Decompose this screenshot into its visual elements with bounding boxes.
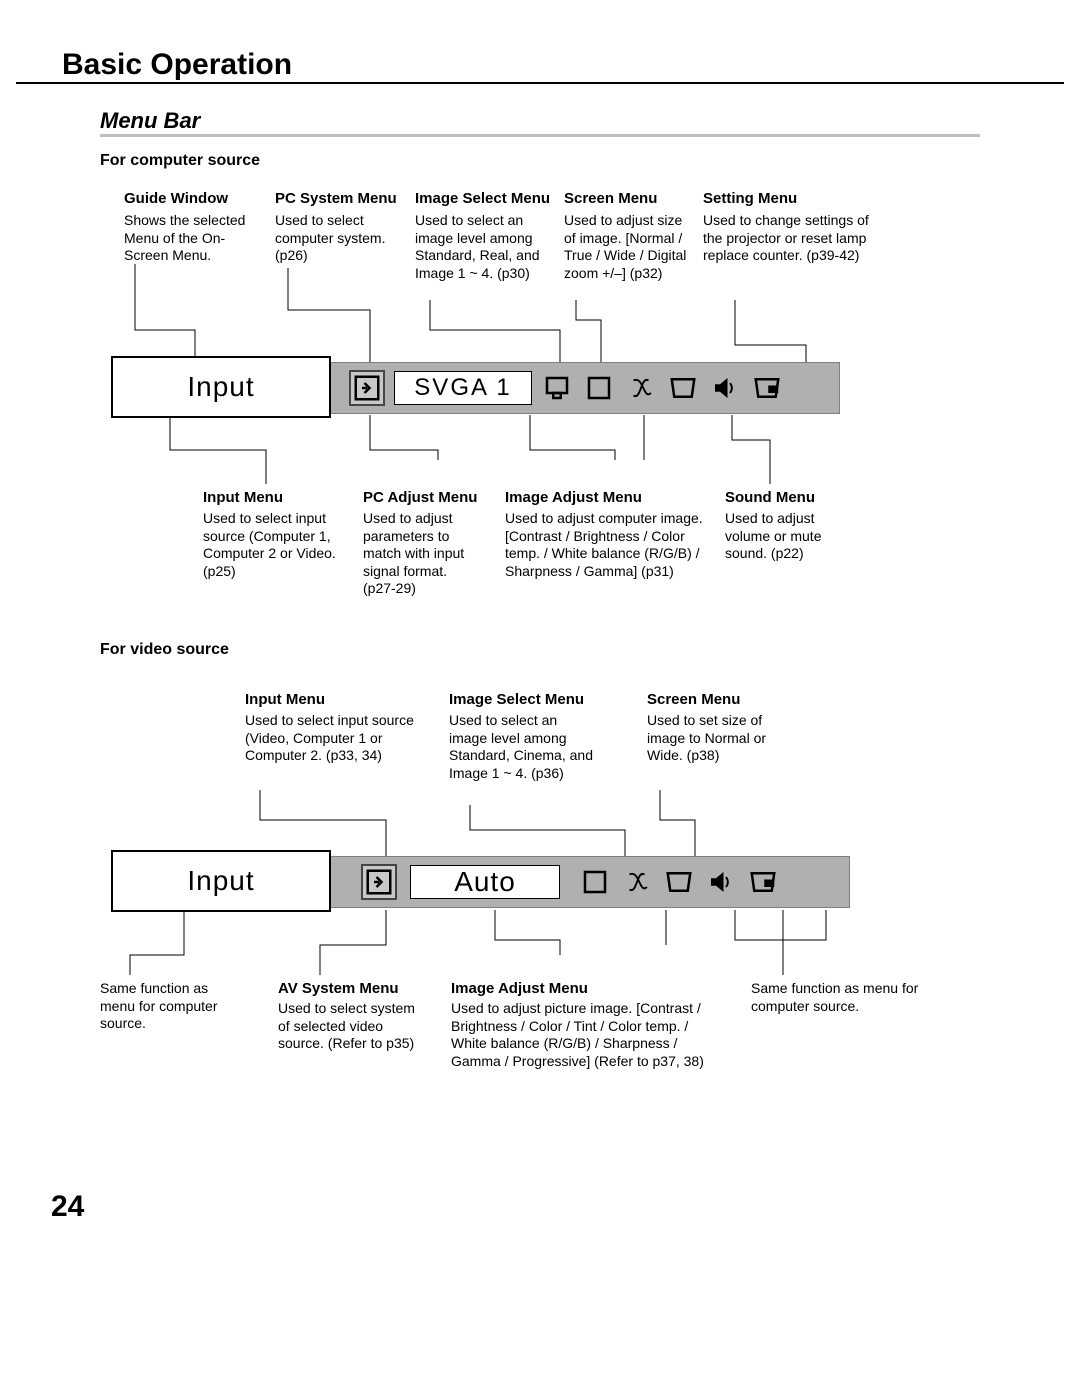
menubar-v-input-box[interactable]: Input xyxy=(111,850,331,912)
callout-v-image-select-title: Image Select Menu xyxy=(449,691,584,708)
menubar-input-box[interactable]: Input xyxy=(111,356,331,418)
callout-v-image-adjust-title: Image Adjust Menu xyxy=(451,980,588,997)
callout-v-screen-menu-desc: Used to set size of image to Normal or W… xyxy=(647,712,777,765)
v-image-select-icon[interactable] xyxy=(577,864,613,900)
callout-pc-system-title: PC System Menu xyxy=(275,190,397,207)
callout-guide-window-title: Guide Window xyxy=(124,190,228,207)
callout-v-left-note: Same function as menu for computer sourc… xyxy=(100,980,240,1033)
page-number: 24 xyxy=(51,1190,84,1224)
callout-guide-window-desc: Shows the selected Menu of the On-Screen… xyxy=(124,212,259,265)
callout-v-screen-menu-title: Screen Menu xyxy=(647,691,740,708)
menubar-video: Input Auto xyxy=(115,856,850,908)
section-title: Menu Bar xyxy=(100,108,200,134)
callout-setting-menu-title: Setting Menu xyxy=(703,190,797,207)
callout-v-input-menu-title: Input Menu xyxy=(245,691,325,708)
v-input-menu-icon[interactable] xyxy=(361,864,397,900)
callout-setting-menu-desc: Used to change settings of the projector… xyxy=(703,212,878,265)
callout-image-adjust-title: Image Adjust Menu xyxy=(505,489,642,506)
callout-input-menu-desc: Used to select input source (Computer 1,… xyxy=(203,510,353,580)
image-select-icon[interactable] xyxy=(581,370,617,406)
callout-input-menu-title: Input Menu xyxy=(203,489,283,506)
v-screen-menu-icon[interactable] xyxy=(661,864,697,900)
callout-v-right-note: Same function as menu for computer sourc… xyxy=(751,980,926,1015)
setting-menu-icon[interactable] xyxy=(749,370,785,406)
v-sound-menu-icon[interactable] xyxy=(703,864,739,900)
menubar-system-box[interactable]: SVGA 1 xyxy=(394,371,532,405)
screen-menu-icon[interactable] xyxy=(665,370,701,406)
callout-image-select-title: Image Select Menu xyxy=(415,190,550,207)
callout-sound-menu-title: Sound Menu xyxy=(725,489,815,506)
v-setting-menu-icon[interactable] xyxy=(745,864,781,900)
callout-image-select-desc: Used to select an image level among Stan… xyxy=(415,212,550,282)
callout-sound-menu-desc: Used to adjust volume or mute sound. (p2… xyxy=(725,510,840,563)
for-video-source-heading: For video source xyxy=(100,641,229,659)
callout-v-image-adjust-desc: Used to adjust picture image. [Contrast … xyxy=(451,1000,706,1070)
v-image-adjust-icon[interactable] xyxy=(619,864,655,900)
divider-rule xyxy=(16,82,1064,84)
grey-rule xyxy=(100,134,980,137)
page-title: Basic Operation xyxy=(62,48,292,82)
callout-pc-adjust-desc: Used to adjust parameters to match with … xyxy=(363,510,473,598)
callout-v-input-menu-desc: Used to select input source (Video, Comp… xyxy=(245,712,435,765)
for-computer-source-heading: For computer source xyxy=(100,152,260,170)
callout-av-system-title: AV System Menu xyxy=(278,980,399,997)
callout-v-image-select-desc: Used to select an image level among Stan… xyxy=(449,712,594,782)
callout-screen-menu-title: Screen Menu xyxy=(564,190,657,207)
sound-menu-icon[interactable] xyxy=(707,370,743,406)
menubar-computer: Input SVGA 1 xyxy=(115,362,840,414)
input-menu-icon[interactable] xyxy=(349,370,385,406)
menubar-v-system-box[interactable]: Auto xyxy=(410,865,560,899)
image-adjust-icon[interactable] xyxy=(623,370,659,406)
callout-image-adjust-desc: Used to adjust computer image. [Contrast… xyxy=(505,510,720,580)
callout-pc-system-desc: Used to select computer system. (p26) xyxy=(275,212,400,265)
pc-adjust-icon[interactable] xyxy=(539,370,575,406)
callout-av-system-desc: Used to select system of selected video … xyxy=(278,1000,418,1053)
callout-pc-adjust-title: PC Adjust Menu xyxy=(363,489,477,506)
callout-screen-menu-desc: Used to adjust size of image. [Normal / … xyxy=(564,212,694,282)
